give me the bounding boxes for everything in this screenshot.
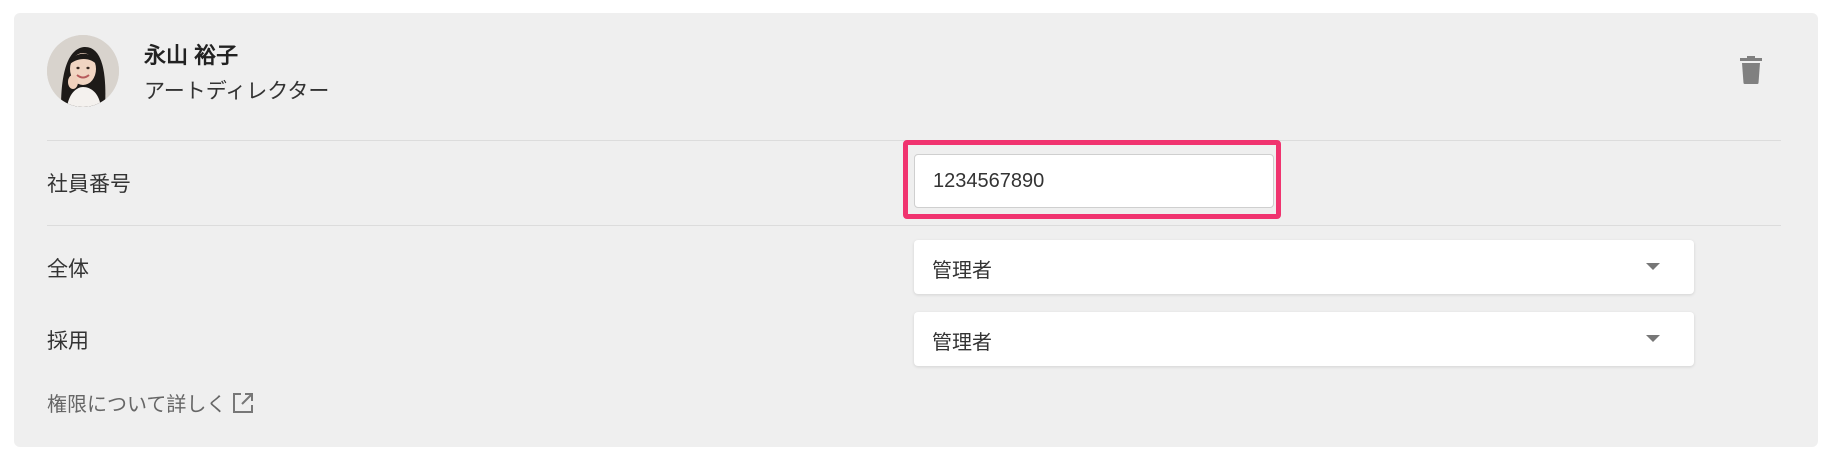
recruiting-permission-label: 採用 [47,330,89,353]
chevron-down-icon [1646,263,1660,270]
chevron-down-icon [1646,335,1660,342]
external-link-icon [233,392,254,413]
permissions-help-label: 権限について詳しく [47,394,227,416]
recruiting-permission-value: 管理者 [932,332,992,354]
avatar [47,35,119,107]
delete-button[interactable] [1736,52,1766,88]
divider-middle [47,225,1781,226]
recruiting-permission-select[interactable]: 管理者 [914,312,1694,366]
overall-permission-select[interactable]: 管理者 [914,240,1694,294]
permissions-help-link[interactable]: 権限について詳しく [47,388,254,417]
employee-number-input[interactable] [914,154,1274,208]
employee-number-label: 社員番号 [47,173,131,196]
member-role: アートディレクター [144,80,330,103]
member-name: 永山 裕子 [144,43,239,68]
avatar-photo [47,35,119,107]
overall-permission-value: 管理者 [932,260,992,282]
overall-permission-label: 全体 [47,258,89,281]
trash-icon [1740,56,1762,84]
